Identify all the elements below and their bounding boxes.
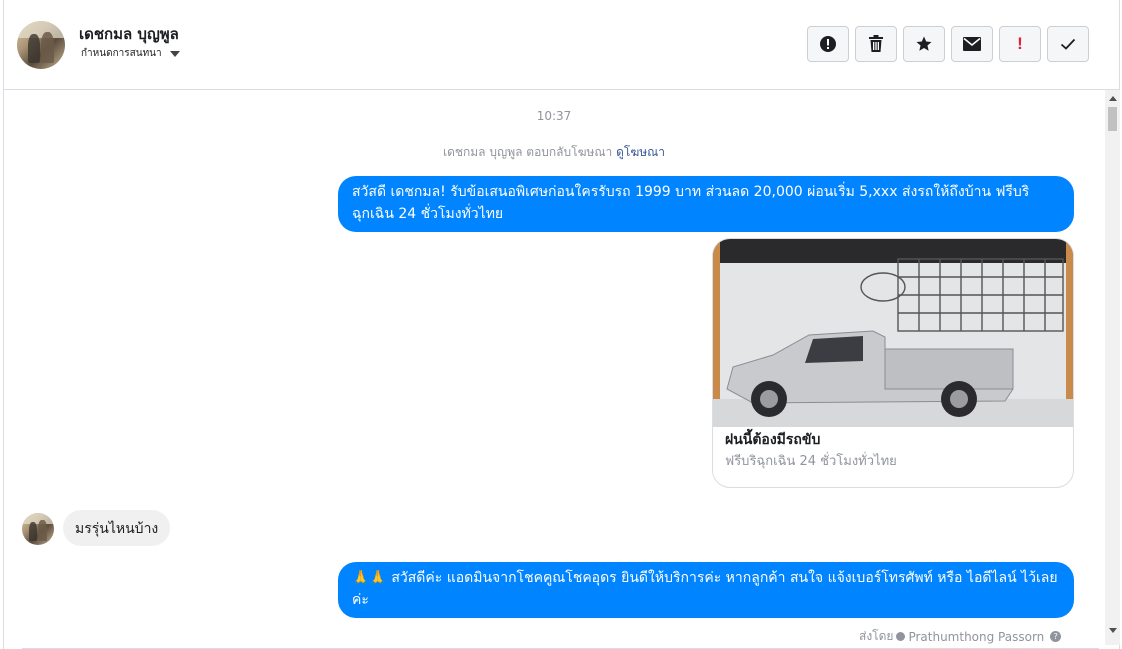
envelope-icon — [963, 37, 981, 51]
conversation-toolbar: ! — [807, 26, 1089, 62]
scroll-up-arrow-icon[interactable] — [1109, 96, 1117, 101]
ad-card[interactable]: ฝนนี้ต้องมีรถขับ ฟรีบริฉุกเฉิน 24 ชั่วโม… — [712, 238, 1074, 488]
outgoing-message[interactable]: สวัสดี เดชกมล! รับข้อเสนอพิเศษก่อนใครรับ… — [338, 176, 1074, 232]
follow-up-button[interactable]: ! — [999, 26, 1041, 62]
ad-reply-text: เดชกมล บุญพูล ตอบกลับโฆษณา — [442, 145, 613, 159]
delete-button[interactable] — [855, 26, 897, 62]
help-icon[interactable]: ? — [1050, 631, 1062, 642]
caret-down-icon — [169, 51, 180, 57]
assign-conversation-label: กำหนดการสนทนา — [81, 48, 162, 59]
sender-avatar — [22, 513, 54, 545]
star-icon — [916, 36, 932, 51]
mark-unread-button[interactable] — [951, 26, 993, 62]
contact-name[interactable]: เดชกมล บุญพูล — [79, 22, 179, 46]
view-ad-link[interactable]: ดูโฆษณา — [616, 145, 665, 159]
thread-timestamp: 10:37 — [536, 109, 572, 123]
exclamation-circle-icon — [820, 36, 836, 52]
ad-reply-notice: เดชกมล บุญพูล ตอบกลับโฆษณา ดูโฆษณา — [4, 143, 1104, 162]
sent-by-line: ส่งโดย Prathumthong Passorn ? — [859, 627, 1062, 645]
ad-card-subtitle: ฟรีบริฉุกเฉิน 24 ชั่วโมงทั่วไทย — [725, 454, 897, 469]
trash-icon — [869, 35, 883, 52]
outgoing-message[interactable]: 🙏🙏 สวัสดีค่ะ แอดมินจากโชคคูณโชคอุดร ยินด… — [338, 562, 1074, 618]
pickup-truck-image — [713, 239, 1073, 427]
red-exclamation-icon: ! — [1017, 34, 1023, 53]
sent-by-name[interactable]: Prathumthong Passorn — [908, 630, 1044, 644]
star-button[interactable] — [903, 26, 945, 62]
mark-done-button[interactable] — [1047, 26, 1089, 62]
message-thread[interactable]: 10:37 เดชกมล บุญพูล ตอบกลับโฆษณา ดูโฆษณา… — [4, 90, 1104, 645]
ad-card-title: ฝนนี้ต้องมีรถขับ — [725, 432, 821, 448]
spam-button[interactable] — [807, 26, 849, 62]
thread-scrollbar[interactable] — [1105, 90, 1120, 645]
assign-conversation-dropdown[interactable]: กำหนดการสนทนา — [81, 46, 180, 61]
scroll-down-arrow-icon[interactable] — [1109, 628, 1117, 633]
gear-icon — [896, 632, 906, 641]
contact-avatar[interactable] — [17, 21, 65, 69]
incoming-message[interactable]: มรรุ่นไหนบ้าง — [63, 510, 171, 546]
conversation-header: เดชกมล บุญพูล กำหนดการสนทนา ! — [4, 0, 1119, 90]
scrollbar-thumb[interactable] — [1108, 107, 1117, 131]
ad-card-image — [713, 239, 1073, 427]
inbox-conversation-panel: เดชกมล บุญพูล กำหนดการสนทนา ! 10:37 เดชก… — [3, 0, 1120, 649]
check-icon — [1060, 38, 1076, 50]
sent-by-prefix: ส่งโดย — [859, 629, 894, 643]
